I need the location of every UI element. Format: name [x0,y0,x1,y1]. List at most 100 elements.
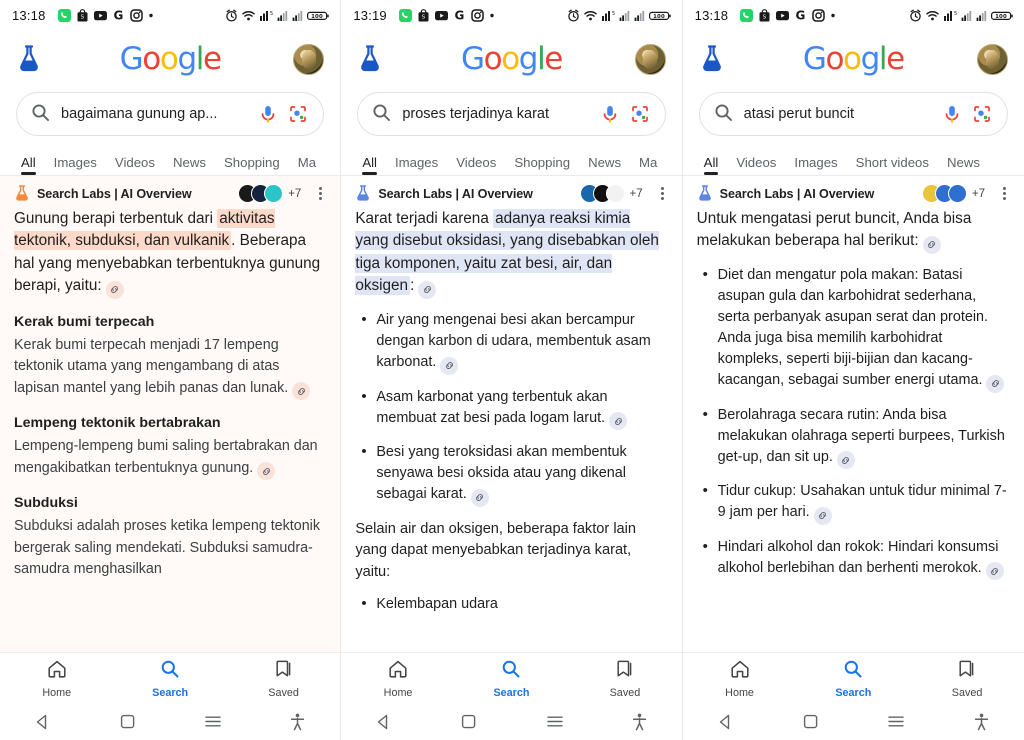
bookmark-icon [274,659,294,684]
bottom-nav-search[interactable]: Search [796,659,910,699]
link-chip-icon[interactable] [836,451,855,470]
link-chip-icon[interactable] [105,280,124,299]
search-bar[interactable]: proses terjadinya karat [357,92,666,136]
home-square-icon[interactable] [426,713,511,731]
tab-news[interactable]: News [579,156,630,175]
bottom-nav: Home Search Saved [341,652,682,704]
search-input[interactable]: proses terjadinya karat [402,106,590,122]
tab-all[interactable]: All [353,156,386,175]
bottom-nav-search[interactable]: Search [113,659,226,699]
section-heading: Kerak bumi terpecah [14,313,155,330]
link-chip-icon[interactable] [609,412,628,431]
tab-short-videos[interactable]: Short videos [847,156,938,175]
accessibility-icon[interactable] [939,713,1024,731]
more-options-icon[interactable] [1001,184,1008,203]
tab-news[interactable]: News [938,156,989,175]
bottom-nav-saved[interactable]: Saved [910,659,1024,699]
search-bar[interactable]: atasi perut buncit [698,92,1008,136]
search-bar-container: atasi perut buncit [683,88,1024,146]
tab-news[interactable]: News [164,156,215,175]
list-item-text: Tidur cukup: Usahakan untuk tidur minima… [717,483,1007,521]
tab-videos[interactable]: Videos [727,156,785,175]
link-chip-icon[interactable] [985,562,1004,581]
link-chip-icon[interactable] [986,374,1005,393]
link-chip-icon[interactable] [440,356,459,375]
link-chip-icon[interactable] [292,382,311,401]
tab-images[interactable]: Images [785,156,846,175]
user-avatar[interactable] [976,43,1008,75]
more-options-icon[interactable] [317,184,324,203]
labs-flask-icon[interactable] [16,45,42,73]
search-tabs: All Videos Images Short videos News [682,146,1024,176]
ai-overview-closing-list: Kelembapan udara [355,593,667,615]
bottom-nav-label: Search [152,686,189,699]
tab-images[interactable]: Images [45,156,106,175]
battery-icon: 100 [307,9,330,22]
bottom-nav-home[interactable]: Home [683,659,797,699]
microphone-icon[interactable] [601,105,621,123]
microphone-icon[interactable] [259,105,279,123]
system-nav-bar [682,704,1024,740]
link-chip-icon[interactable] [470,488,489,507]
back-triangle-icon[interactable] [0,713,85,731]
link-chip-icon[interactable] [257,462,276,481]
list-item-text: Diet dan mengatur pola makan: Batasi asu… [717,266,989,389]
bottom-nav-home[interactable]: Home [341,659,454,699]
ai-overview-body: Karat terjadi karena adanya reaksi kimia… [355,208,667,615]
list-item: Berolahraga secara rutin: Anda bisa mela… [697,404,1010,470]
link-chip-icon[interactable] [922,235,941,254]
google-lens-icon[interactable] [631,105,651,123]
microphone-icon[interactable] [943,105,963,123]
link-chip-icon[interactable] [813,506,832,525]
recents-hamburger-icon[interactable] [170,713,255,731]
user-avatar[interactable] [293,43,325,75]
source-avatar[interactable] [264,184,284,203]
tab-ma[interactable]: Ma [630,156,666,175]
accessibility-icon[interactable] [255,713,340,731]
bottom-nav-home[interactable]: Home [0,659,113,699]
user-avatar[interactable] [634,43,666,75]
back-triangle-icon[interactable] [683,713,768,731]
three-phone-screenshots: 13:18SG5100Googlebagaimana gunung ap...A… [0,0,1024,740]
bottom-nav-saved[interactable]: Saved [227,659,340,699]
list-item: Diet dan mengatur pola makan: Batasi asu… [697,264,1010,393]
recents-hamburger-icon[interactable] [511,713,596,731]
tab-videos[interactable]: Videos [106,156,164,175]
home-icon [388,659,408,684]
labs-flask-small-icon [697,185,713,202]
home-square-icon[interactable] [85,713,170,731]
bookmark-icon [957,659,977,684]
accessibility-icon[interactable] [597,713,682,731]
google-lens-icon[interactable] [289,105,309,123]
tab-shopping[interactable]: Shopping [505,156,579,175]
tab-videos[interactable]: Videos [447,156,505,175]
bottom-nav-search[interactable]: Search [455,659,568,699]
tab-images[interactable]: Images [386,156,447,175]
status-bar-left: 13:19 S G [353,8,496,23]
recents-hamburger-icon[interactable] [853,713,938,731]
ai-overview-lead: Untuk mengatasi perut buncit, Anda bisa … [697,208,1010,254]
source-avatars[interactable]: +7 [238,184,301,203]
tab-shopping[interactable]: Shopping [215,156,289,175]
search-input[interactable]: bagaimana gunung ap... [61,106,249,122]
source-avatars[interactable]: +7 [579,184,643,203]
link-chip-icon[interactable] [418,280,437,299]
search-input[interactable]: atasi perut buncit [744,106,933,122]
source-avatar[interactable] [947,184,967,203]
google-lens-icon[interactable] [973,105,993,123]
svg-text:100: 100 [995,14,1007,20]
source-avatar[interactable] [605,184,625,203]
source-avatars[interactable]: +7 [921,184,985,203]
labs-flask-icon[interactable] [357,45,383,73]
home-square-icon[interactable] [768,713,853,731]
labs-flask-icon[interactable] [699,45,725,73]
tab-all[interactable]: All [695,156,728,175]
back-triangle-icon[interactable] [341,713,426,731]
tab-all[interactable]: All [12,156,45,175]
bottom-nav-saved[interactable]: Saved [568,659,681,699]
search-bar[interactable]: bagaimana gunung ap... [16,92,325,136]
more-options-icon[interactable] [659,184,666,203]
tab-ma[interactable]: Ma [289,156,325,175]
ai-overview-lead: Karat terjadi karena adanya reaksi kimia… [355,208,667,299]
ai-overview-closing-paragraph: Selain air dan oksigen, beberapa faktor … [355,520,637,580]
